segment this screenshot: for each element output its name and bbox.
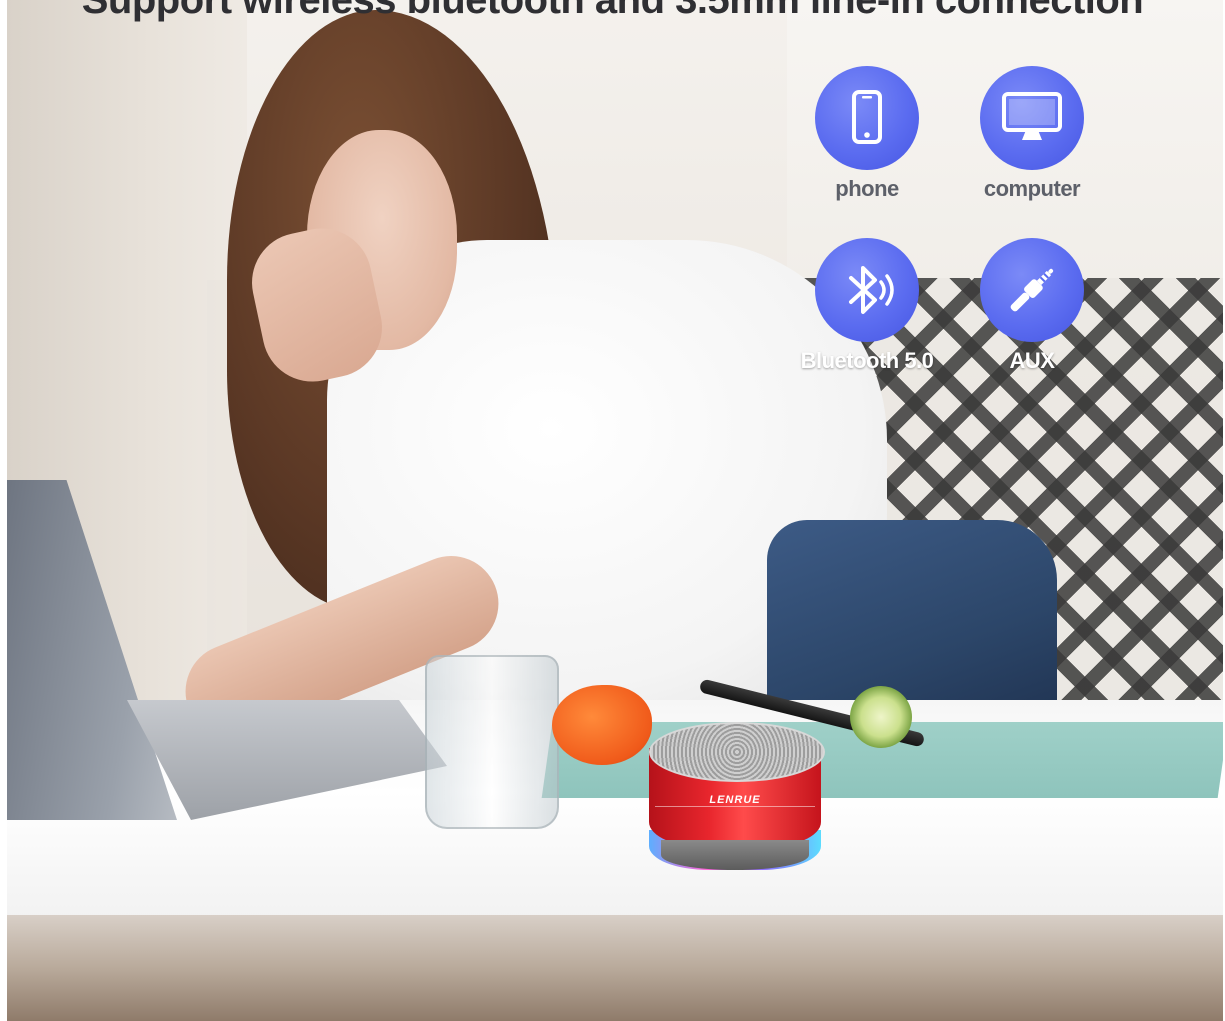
water-glass [425, 655, 559, 829]
aux-cable-icon [980, 238, 1084, 342]
feature-label: AUX [1009, 348, 1055, 373]
bluetooth-icon [815, 238, 919, 342]
feature-aux: AUX [967, 238, 1097, 374]
bluetooth-speaker: LENRUE [649, 722, 825, 872]
speaker-grille [649, 722, 825, 782]
headline: Support wireless bluetooth and 3.5mm lin… [81, 0, 1144, 22]
speaker-ring [655, 806, 815, 807]
counter-edge [7, 915, 1223, 1021]
feature-label: Bluetooth 5.0 [800, 348, 934, 373]
speaker-brand-logo: LENRUE [709, 794, 761, 806]
feature-bluetooth: Bluetooth 5.0 [787, 238, 947, 374]
phone-icon [815, 66, 919, 170]
tomato [552, 685, 652, 765]
feature-phone: phone [802, 66, 932, 202]
feature-label: computer [983, 176, 1081, 201]
woman-jeans [767, 520, 1057, 730]
speaker-base [661, 840, 809, 870]
computer-icon [980, 66, 1084, 170]
cucumber-slice [850, 686, 912, 748]
feature-computer: computer [967, 66, 1097, 202]
feature-label: phone [835, 176, 899, 201]
